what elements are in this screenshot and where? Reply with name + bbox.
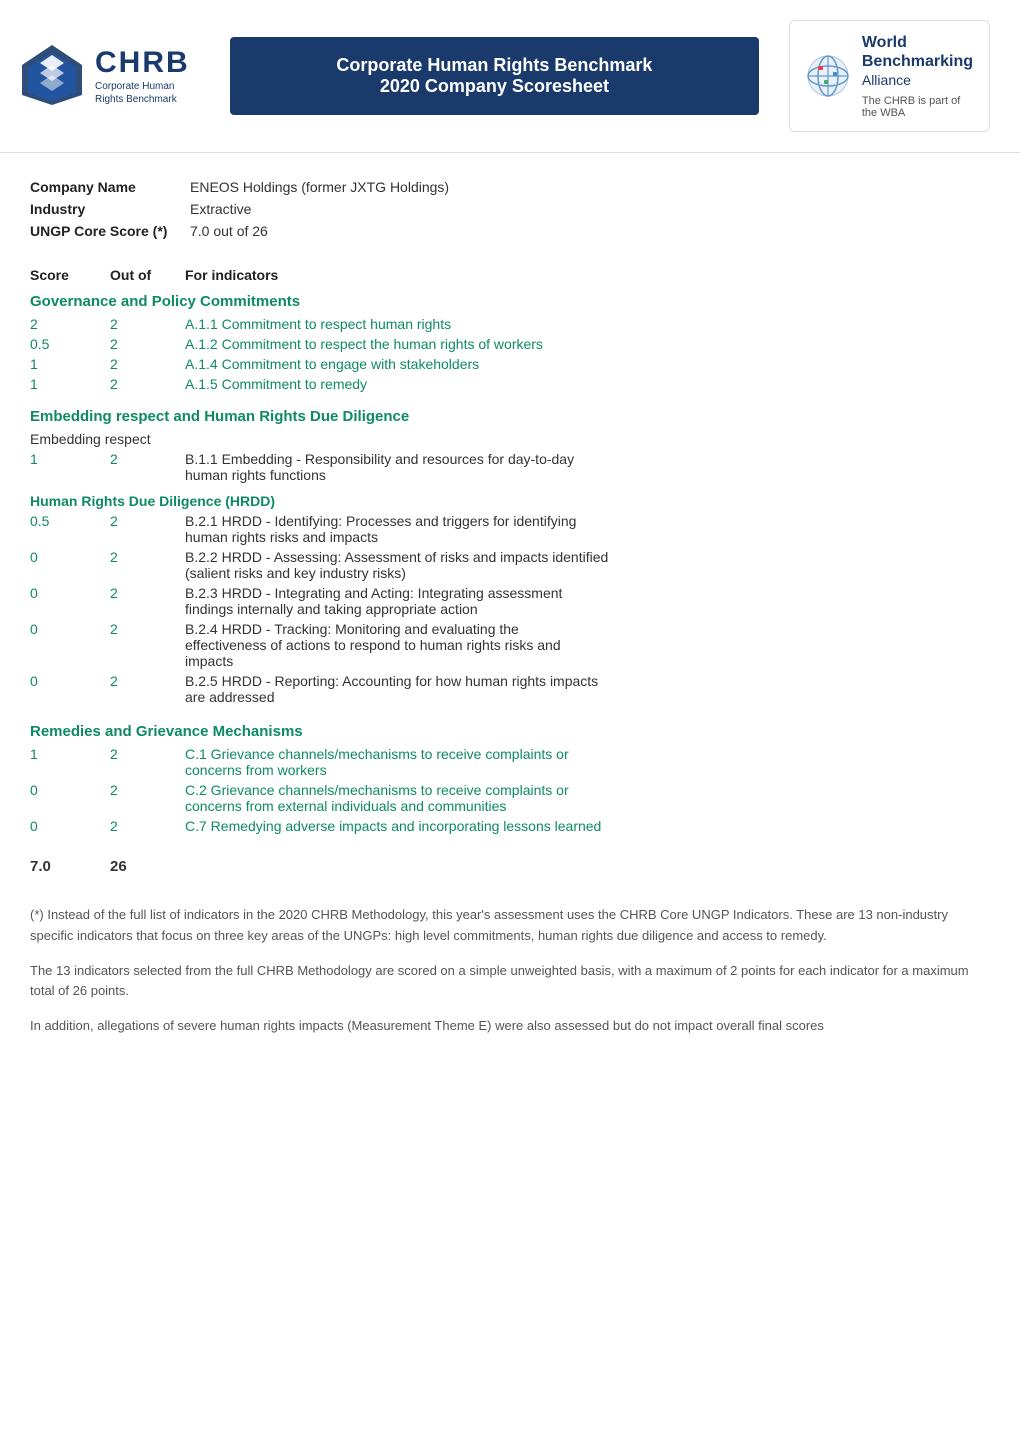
gov-out-2: 2 [110, 336, 185, 352]
hrdd-indicator-1: B.2.1 HRDD - Identifying: Processes and … [185, 513, 990, 545]
total-row: 7.0 26 [30, 858, 990, 875]
rem-indicator-3: C.7 Remedying adverse impacts and incorp… [185, 818, 990, 834]
footnote-1: (*) Instead of the full list of indicato… [30, 905, 990, 947]
footnote-2: The 13 indicators selected from the full… [30, 961, 990, 1003]
rem-out-3: 2 [110, 818, 185, 834]
total-score: 7.0 [30, 858, 110, 875]
hrdd-row-5: 0 2 B.2.5 HRDD - Reporting: Accounting f… [30, 673, 990, 705]
hrdd-out-2: 2 [110, 549, 185, 565]
header-title-block: Corporate Human Rights Benchmark 2020 Co… [230, 37, 759, 115]
hrdd-score-4: 0 [30, 621, 110, 637]
industry-label: Industry [30, 199, 190, 219]
embedding-title-bold: Embedding respect and Human Rights Due D… [30, 408, 409, 425]
rem-indicator-2: C.2 Grievance channels/mechanisms to rec… [185, 782, 990, 814]
ungp-score-label: UNGP Core Score (*) [30, 221, 190, 241]
hrdd-row-2: 0 2 B.2.2 HRDD - Assessing: Assessment o… [30, 549, 990, 581]
header-title-line2: 2020 Company Scoresheet [250, 76, 739, 97]
gov-score-1: 2 [30, 316, 110, 332]
hrdd-out-4: 2 [110, 621, 185, 637]
emb-indicator-1: B.1.1 Embedding - Responsibility and res… [185, 451, 990, 483]
chrb-diamond-icon [20, 43, 85, 108]
header: CHRB Corporate Human Rights Benchmark Co… [0, 0, 1020, 153]
col-indicators-header: For indicators [185, 267, 990, 283]
chrb-logo: CHRB Corporate Human Rights Benchmark [20, 43, 200, 108]
hrdd-row-1: 0.5 2 B.2.1 HRDD - Identifying: Processe… [30, 513, 990, 545]
rem-score-3: 0 [30, 818, 110, 834]
governance-row-4: 1 2 A.1.5 Commitment to remedy [30, 376, 990, 392]
gov-score-3: 1 [30, 356, 110, 372]
hrdd-score-1: 0.5 [30, 513, 110, 529]
ungp-score-value: 7.0 out of 26 [190, 221, 990, 241]
emb-score-1: 1 [30, 451, 110, 467]
gov-out-3: 2 [110, 356, 185, 372]
chrb-name-line1: Corporate Human [95, 80, 190, 93]
gov-indicator-4: A.1.5 Commitment to remedy [185, 376, 990, 392]
remedies-row-2: 0 2 C.2 Grievance channels/mechanisms to… [30, 782, 990, 814]
hrdd-score-2: 0 [30, 549, 110, 565]
industry-value: Extractive [190, 199, 990, 219]
gov-out-1: 2 [110, 316, 185, 332]
hrdd-subtitle: Human Rights Due Diligence (HRDD) [30, 493, 990, 509]
wba-name-line2: Benchmarking [862, 52, 973, 71]
gov-score-2: 0.5 [30, 336, 110, 352]
wba-globe-icon [806, 54, 850, 98]
header-title-line1: Corporate Human Rights Benchmark [250, 55, 739, 76]
hrdd-row-3: 0 2 B.2.3 HRDD - Integrating and Acting:… [30, 585, 990, 617]
remedies-row-3: 0 2 C.7 Remedying adverse impacts and in… [30, 818, 990, 834]
company-info: Company Name ENEOS Holdings (former JXTG… [0, 153, 1020, 251]
total-out: 26 [110, 858, 185, 875]
company-name-value: ENEOS Holdings (former JXTG Holdings) [190, 177, 990, 197]
gov-indicator-3: A.1.4 Commitment to engage with stakehol… [185, 356, 990, 372]
remedies-section-title: Remedies and Grievance Mechanisms [30, 723, 990, 740]
table-headers: Score Out of For indicators [30, 267, 990, 283]
gov-out-4: 2 [110, 376, 185, 392]
hrdd-indicator-2: B.2.2 HRDD - Assessing: Assessment of ri… [185, 549, 990, 581]
remedies-row-1: 1 2 C.1 Grievance channels/mechanisms to… [30, 746, 990, 778]
rem-score-2: 0 [30, 782, 110, 798]
hrdd-row-4: 0 2 B.2.4 HRDD - Tracking: Monitoring an… [30, 621, 990, 669]
rem-score-1: 1 [30, 746, 110, 762]
governance-row-3: 1 2 A.1.4 Commitment to engage with stak… [30, 356, 990, 372]
wba-desc2: the WBA [862, 107, 973, 119]
hrdd-indicator-5: B.2.5 HRDD - Reporting: Accounting for h… [185, 673, 990, 705]
hrdd-indicator-4: B.2.4 HRDD - Tracking: Monitoring and ev… [185, 621, 990, 669]
hrdd-score-5: 0 [30, 673, 110, 689]
hrdd-out-5: 2 [110, 673, 185, 689]
governance-row-1: 2 2 A.1.1 Commitment to respect human ri… [30, 316, 990, 332]
emb-out-1: 2 [110, 451, 185, 467]
rem-out-1: 2 [110, 746, 185, 762]
wba-name-line1: World [862, 33, 973, 52]
gov-indicator-1: A.1.1 Commitment to respect human rights [185, 316, 990, 332]
total-spacer [185, 858, 990, 875]
chrb-logo-text: CHRB Corporate Human Rights Benchmark [95, 46, 190, 106]
rem-out-2: 2 [110, 782, 185, 798]
embedding-respect-subtitle: Embedding respect [30, 431, 990, 447]
footnote-3: In addition, allegations of severe human… [30, 1016, 990, 1037]
col-out-header: Out of [110, 267, 185, 283]
rem-indicator-1: C.1 Grievance channels/mechanisms to rec… [185, 746, 990, 778]
governance-row-2: 0.5 2 A.1.2 Commitment to respect the hu… [30, 336, 990, 352]
embedding-section-title: Embedding respect and Human Rights Due D… [30, 408, 990, 425]
hrdd-score-3: 0 [30, 585, 110, 601]
hrdd-out-3: 2 [110, 585, 185, 601]
score-section: Score Out of For indicators Governance a… [0, 251, 1020, 895]
wba-name-line3: Alliance [862, 71, 973, 91]
chrb-name-line2: Rights Benchmark [95, 93, 190, 106]
governance-section-title: Governance and Policy Commitments [30, 293, 990, 310]
hrdd-indicator-3: B.2.3 HRDD - Integrating and Acting: Int… [185, 585, 990, 617]
chrb-acronym: CHRB [95, 46, 190, 80]
wba-text-block: World Benchmarking Alliance The CHRB is … [862, 33, 973, 119]
hrdd-out-1: 2 [110, 513, 185, 529]
gov-score-4: 1 [30, 376, 110, 392]
wba-badge: World Benchmarking Alliance The CHRB is … [789, 20, 990, 132]
gov-indicator-2: A.1.2 Commitment to respect the human ri… [185, 336, 990, 352]
col-score-header: Score [30, 267, 110, 283]
embedding-row-1: 1 2 B.1.1 Embedding - Responsibility and… [30, 451, 990, 483]
company-name-label: Company Name [30, 177, 190, 197]
wba-desc1: The CHRB is part of [862, 95, 973, 107]
footnotes-section: (*) Instead of the full list of indicato… [0, 895, 1020, 1067]
